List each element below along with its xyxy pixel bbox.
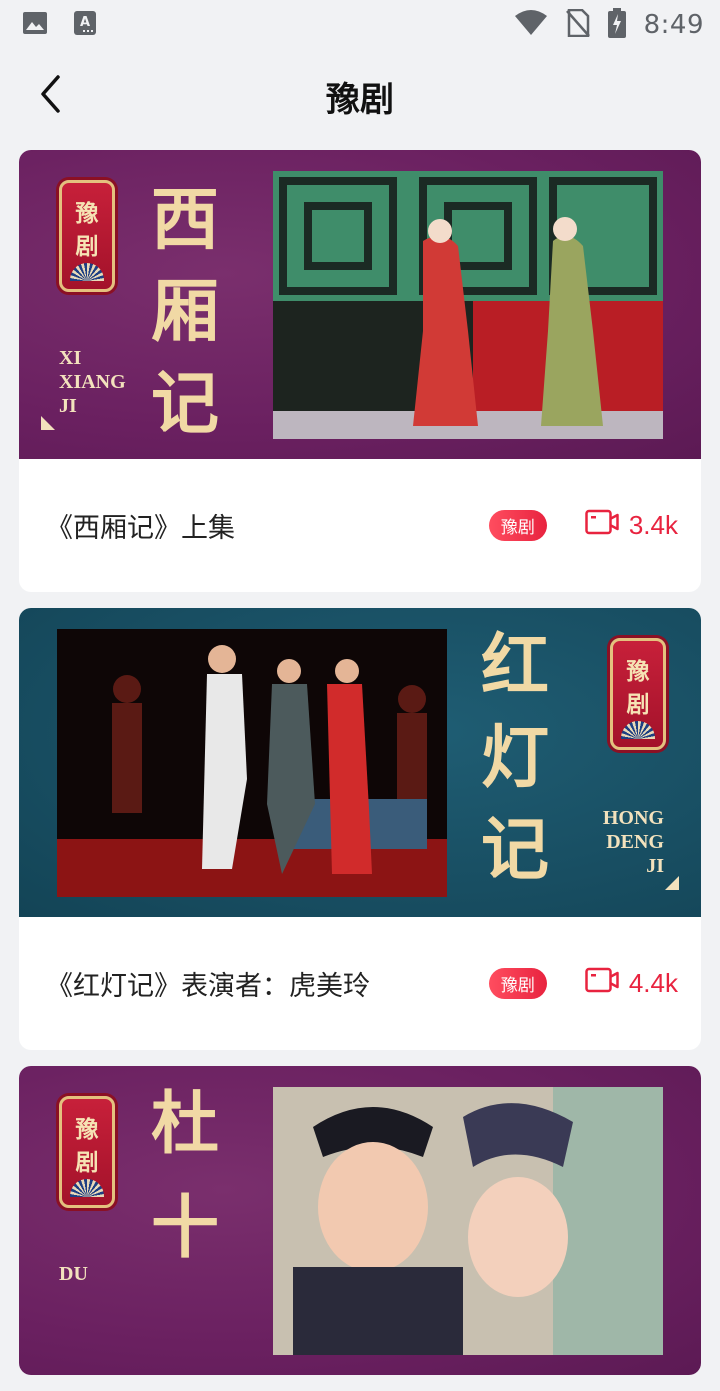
banner-calligraphy-1: 西: [151, 180, 220, 260]
card-info: 《西厢记》上集 豫剧 3.4k: [19, 459, 701, 592]
opera-seal-badge: 豫 剧: [610, 638, 666, 750]
wifi-icon: [514, 10, 548, 40]
video-card[interactable]: 豫 剧 西 厢 记 XI XIANG JI 《西厢记》上集 豫剧 3.4k: [19, 150, 701, 592]
video-title[interactable]: 《红灯记》表演者：虎美玲: [46, 964, 489, 1003]
view-count: 3.4k: [585, 509, 678, 542]
opera-seal-badge: 豫 剧: [59, 180, 115, 292]
battery-charging-icon: [607, 8, 626, 42]
video-card[interactable]: 豫 剧 杜 十 DU: [19, 1066, 701, 1375]
card-info: 《红灯记》表演者：虎美玲 豫剧 4.4k: [19, 917, 701, 1050]
banner-pinyin-3: JI: [59, 395, 77, 417]
video-banner[interactable]: 豫 剧 西 厢 记 XI XIANG JI: [19, 150, 701, 459]
banner-calligraphy-1: 红: [481, 626, 550, 706]
opera-seal-badge: 豫 剧: [59, 1096, 115, 1208]
view-count: 4.4k: [585, 967, 678, 1000]
banner-pinyin-1: DU: [59, 1263, 88, 1285]
stage-photo: [273, 171, 663, 439]
banner-calligraphy-2: 厢: [151, 272, 220, 352]
video-banner[interactable]: 红 灯 记 豫 剧 HONG DENG JI: [19, 608, 701, 917]
banner-pinyin-3: JI: [646, 855, 664, 877]
video-title[interactable]: 《西厢记》上集: [46, 506, 489, 545]
svg-text:A: A: [80, 15, 90, 30]
page-title: 豫剧: [326, 79, 394, 120]
chevron-left-icon: [38, 74, 62, 118]
category-tag: 豫剧: [488, 968, 547, 999]
video-camera-icon: [585, 509, 619, 542]
banner-pinyin-2: XIANG: [59, 371, 126, 393]
corner-mark: [665, 876, 679, 890]
banner-pinyin-2: DENG: [606, 831, 664, 853]
video-banner[interactable]: 豫 剧 杜 十 DU: [19, 1066, 701, 1375]
category-tag: 豫剧: [488, 510, 547, 541]
banner-calligraphy-2: 灯: [481, 718, 550, 798]
banner-calligraphy-1: 杜: [151, 1084, 220, 1164]
keyboard-icon: A: [74, 11, 96, 39]
no-sim-icon: [565, 8, 590, 41]
corner-mark: [41, 416, 55, 430]
banner-pinyin-1: XI: [59, 347, 82, 369]
view-count-value: 3.4k: [628, 510, 678, 540]
image-icon: [22, 11, 48, 39]
banner-pinyin-1: HONG: [602, 807, 664, 829]
video-camera-icon: [585, 967, 619, 1000]
stage-photo: [57, 629, 447, 897]
banner-calligraphy-3: 记: [481, 810, 550, 890]
banner-calligraphy-3: 记: [151, 364, 220, 444]
stage-photo: [273, 1087, 663, 1355]
back-button[interactable]: [30, 72, 70, 120]
status-time: 8:49: [643, 10, 704, 40]
video-list: 豫 剧 西 厢 记 XI XIANG JI 《西厢记》上集 豫剧 3.4k 红 …: [19, 150, 701, 1391]
nav-bar: 豫剧: [0, 50, 720, 142]
status-bar: A 8:49: [0, 0, 720, 50]
video-card[interactable]: 红 灯 记 豫 剧 HONG DENG JI 《红灯记》表演者：虎美玲 豫剧 4…: [19, 608, 701, 1050]
view-count-value: 4.4k: [628, 968, 678, 998]
banner-calligraphy-2: 十: [151, 1188, 220, 1268]
